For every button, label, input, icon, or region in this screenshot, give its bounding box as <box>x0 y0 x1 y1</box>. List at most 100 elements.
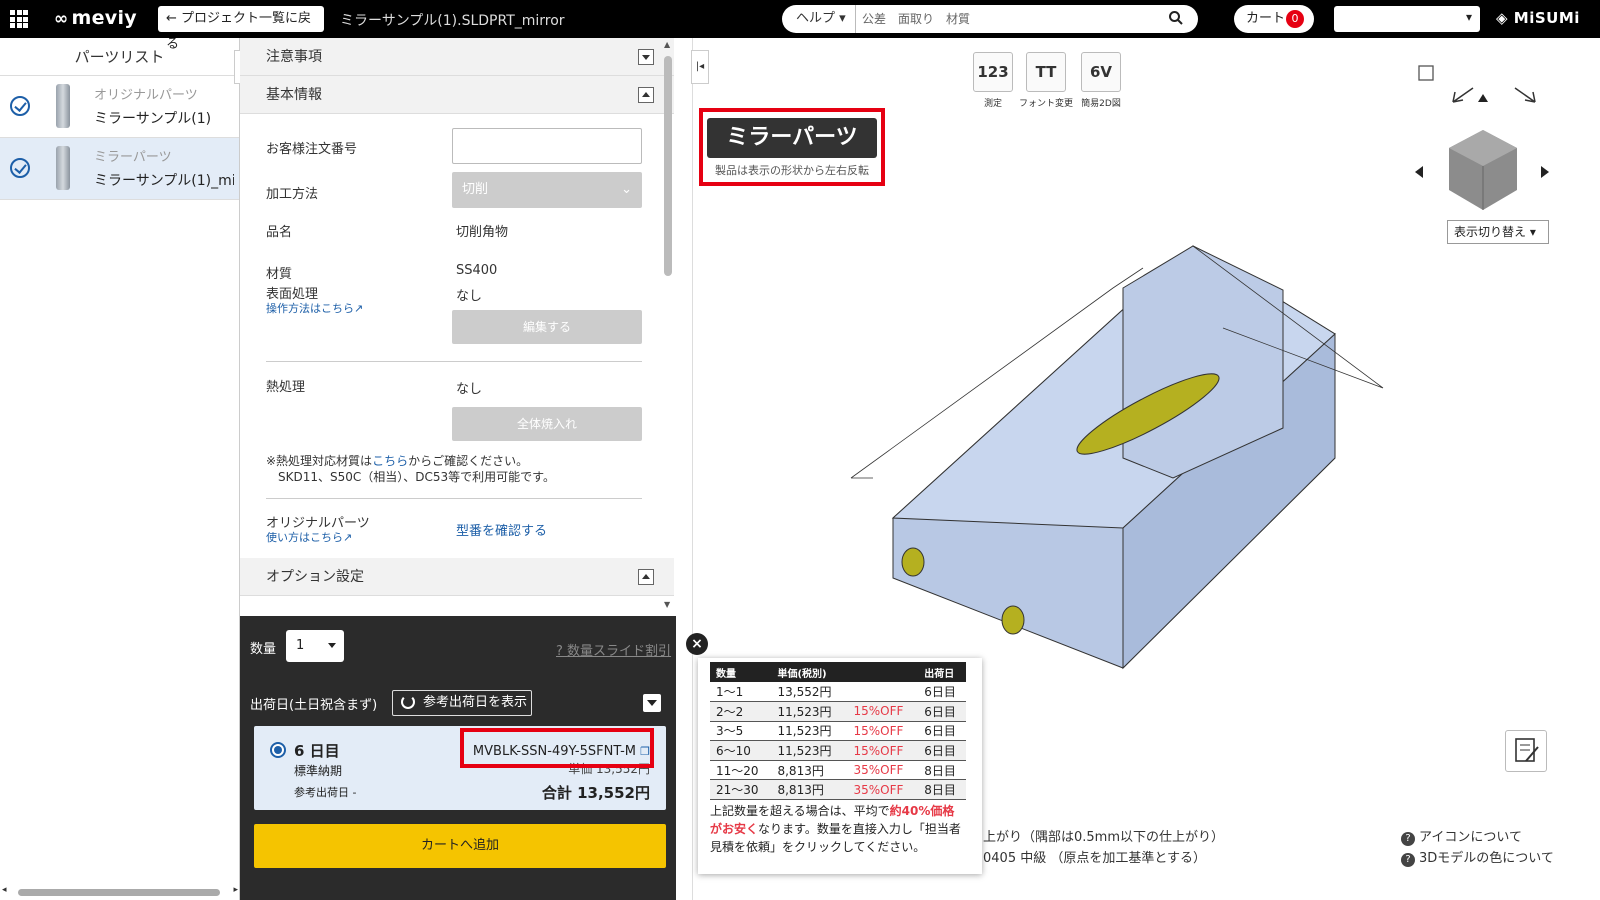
table-row: 11～20 8,813円 35%OFF 8日目 <box>710 760 966 781</box>
help-select[interactable]: ヘルプ ▾ <box>782 5 856 33</box>
arrow-left-icon[interactable] <box>1415 166 1423 178</box>
icon-help-link[interactable]: ? アイコンについて <box>1401 826 1522 846</box>
surface-value: なし <box>456 289 483 304</box>
collapse-icon[interactable] <box>638 569 654 585</box>
parts-list-panel: パーツリスト オリジナルパーツ ミラーサンプル(1) ミラーパーツ ミラーサンプ… <box>0 38 240 900</box>
mirror-parts-badge: ミラーパーツ <box>707 118 877 158</box>
part-number-highlight <box>460 728 654 768</box>
order-panel: 数量 1 ? 数量スライド割引 出荷日(土日祝含まず) 参考出荷日を表示 6 日… <box>240 616 676 900</box>
model-hole <box>1001 605 1025 635</box>
option-section-header[interactable]: オプション設定 <box>240 558 674 596</box>
basic-info-section-header[interactable]: 基本情報 <box>240 76 674 114</box>
measure-tool[interactable]: 123 測定 <box>973 52 1013 109</box>
check-model-link[interactable]: 型番を確認する <box>456 520 547 539</box>
parts-list-title: パーツリスト <box>0 38 239 76</box>
file-title: ミラーサンプル(1).SLDPRT_mirror <box>340 13 565 29</box>
heat-label: 熱処理 <box>266 380 306 395</box>
price-table: 数量 単価(税別) 出荷日 1～1 13,552円 6日目 2～2 11,523円 15… <box>710 662 966 801</box>
part-item-original[interactable]: オリジナルパーツ ミラーサンプル(1) <box>0 76 239 138</box>
col-discount <box>847 662 919 682</box>
close-icon[interactable]: × <box>686 633 708 655</box>
notice-section-header[interactable]: 注意事項 <box>240 38 674 76</box>
scroll-right-icon[interactable]: ▸ <box>233 885 238 895</box>
quench-button[interactable]: 全体焼入れ <box>452 407 642 441</box>
material-label: 材質 <box>266 267 293 282</box>
qty-label: 数量 <box>250 642 277 657</box>
show-ref-date-button[interactable]: 参考出荷日を表示 <box>392 690 532 716</box>
ref-ship-date: 参考出荷日 - <box>294 786 357 799</box>
part-thumbnail <box>56 146 70 190</box>
scroll-up-icon[interactable]: ▲ <box>664 40 670 49</box>
arrow-right-icon[interactable] <box>1541 166 1549 178</box>
view-cube[interactable] <box>1403 58 1563 218</box>
method-select[interactable]: 切削 ⌄ <box>452 172 642 208</box>
volume-discount-link[interactable]: ? 数量スライド割引 <box>556 640 671 659</box>
expand-icon[interactable] <box>643 694 661 712</box>
edit-button[interactable]: 編集する <box>452 310 642 344</box>
misumi-logo[interactable]: ◈ MiSUMi <box>1496 9 1580 27</box>
heat-material-link[interactable]: こちら <box>372 454 408 468</box>
logo[interactable]: ∞ meviy <box>54 7 137 29</box>
heat-value: なし <box>456 382 483 397</box>
refresh-icon <box>401 695 415 709</box>
col-unit-price: 単価(税別) <box>771 662 848 682</box>
rotate-right-icon[interactable] <box>1514 87 1536 103</box>
horizontal-scrollbar[interactable]: ◂ ▸ <box>0 884 240 900</box>
order-no-input[interactable] <box>452 128 642 164</box>
footnote-finish: 上がり（隅部は0.5mm以下の仕上がり） <box>983 830 1225 845</box>
app-grid-icon[interactable] <box>10 10 28 28</box>
model-hole <box>901 547 925 577</box>
arrow-left-icon: ← <box>166 11 182 26</box>
howto-link[interactable]: 操作方法はこちら↗ <box>266 300 363 316</box>
expand-icon[interactable] <box>638 49 654 65</box>
color-help-link[interactable]: ? 3Dモデルの色について <box>1401 847 1554 867</box>
part-type-label: ミラーパーツ <box>94 150 172 165</box>
part-name: ミラーサンプル(1) <box>94 111 212 127</box>
add-to-cart-button[interactable]: カートへ追加 <box>254 824 666 868</box>
table-row: 3～5 11,523円 15%OFF 6日目 <box>710 721 966 742</box>
heat-note-materials: SKD11、S50C（相当）、DC53等で利用可能です。 <box>278 470 555 484</box>
search-icon[interactable] <box>1168 10 1184 26</box>
font-change-tool[interactable]: TT フォント変更 <box>1019 52 1073 109</box>
part-item-mirror[interactable]: ミラーパーツ ミラーサンプル(1)_mirror <box>0 138 239 200</box>
col-ship-day: 出荷日 <box>918 662 966 682</box>
view-switch-select[interactable]: 表示切り替え ▾ <box>1447 220 1549 244</box>
user-select[interactable]: ▾ <box>1334 6 1480 32</box>
arrow-up-icon[interactable] <box>1478 94 1488 102</box>
top-bar: ∞ meviy ← プロジェクト一覧に戻る ミラーサンプル(1).SLDPRT_m… <box>0 0 1600 52</box>
external-link-icon: ↗ <box>354 302 364 315</box>
notes-edit-button[interactable] <box>1505 730 1547 772</box>
usage-link[interactable]: 使い方はこちら↗ <box>266 529 352 545</box>
product-label: 品名 <box>266 225 293 240</box>
part-thumbnail <box>56 84 70 128</box>
meviy-logo-icon: ∞ <box>54 9 69 29</box>
cart-button[interactable]: カート 0 <box>1234 5 1314 33</box>
part-type-label: オリジナルパーツ <box>94 88 198 103</box>
footnote-tolerance: 0405 中級 （原点を加工基準とする） <box>983 851 1206 866</box>
collapse-panel-tab[interactable]: |◂ <box>691 50 709 84</box>
edit-note-icon <box>1515 738 1539 762</box>
help-icon: ? <box>1401 832 1415 846</box>
rotate-left-icon[interactable] <box>1452 87 1474 103</box>
collapse-icon[interactable] <box>638 87 654 103</box>
delivery-radio[interactable] <box>270 742 286 758</box>
3d-model[interactable] <box>843 228 1403 678</box>
ship-date-label: 出荷日(土日祝含まず) <box>250 698 378 713</box>
scroll-left-icon[interactable]: ◂ <box>2 885 7 895</box>
back-to-projects-button[interactable]: ← プロジェクト一覧に戻る <box>158 6 324 52</box>
price-popup-note: 上記数量を超える場合は、平均で約40%価格がお安くなります。数量を直接入力し「担… <box>710 804 961 854</box>
help-icon: ? <box>1401 853 1415 867</box>
misumi-logo-icon: ◈ <box>1496 9 1514 27</box>
table-row: 21～30 8,813円 35%OFF 8日目 <box>710 779 966 801</box>
vertical-scrollbar[interactable] <box>664 56 672 276</box>
font-icon: TT <box>1026 52 1066 92</box>
search-input[interactable] <box>862 10 1162 28</box>
scroll-down-icon[interactable]: ▼ <box>664 600 670 609</box>
qty-select[interactable]: 1 <box>286 630 344 662</box>
cart-count-badge: 0 <box>1286 10 1304 28</box>
part-name: ミラーサンプル(1)_mirror <box>94 173 234 189</box>
2d-drawing-tool[interactable]: 6V 簡易2D図 <box>1081 52 1121 109</box>
chevron-down-icon <box>328 643 336 648</box>
home-cube-icon[interactable] <box>1418 65 1434 81</box>
six-views-icon: 6V <box>1081 52 1121 92</box>
